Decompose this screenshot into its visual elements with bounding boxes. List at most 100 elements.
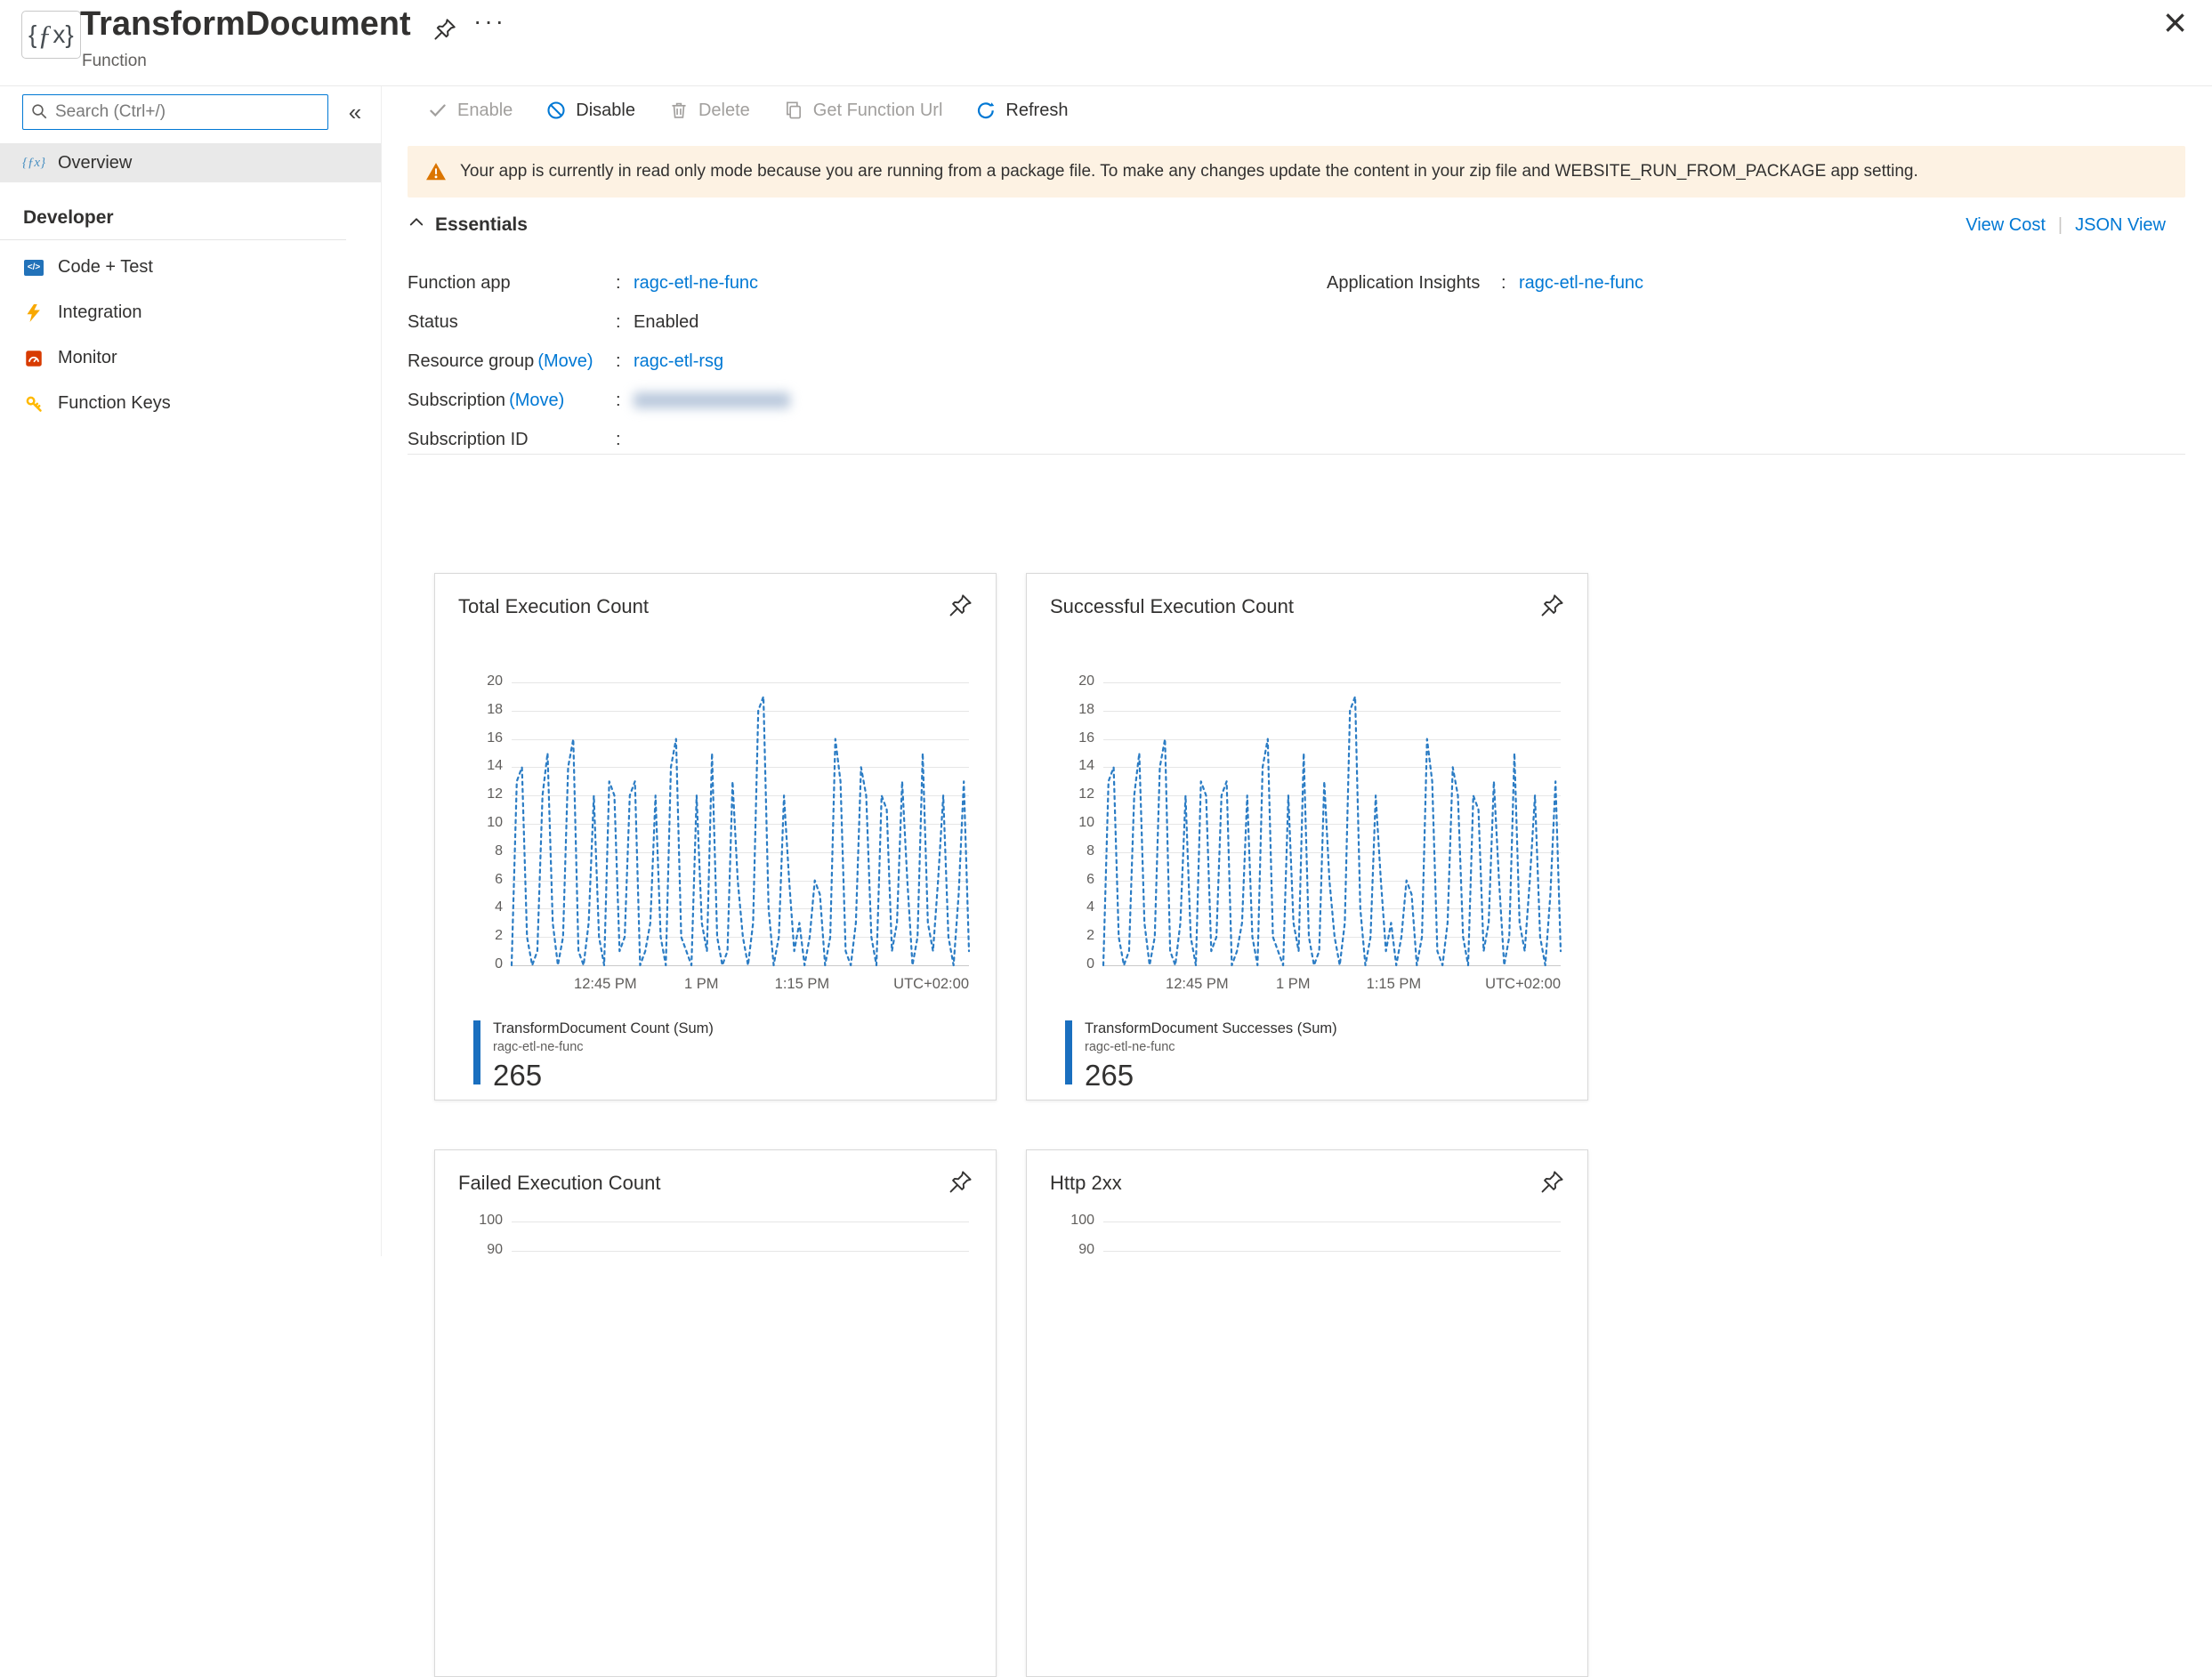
readonly-warning-banner: Your app is currently in read only mode … — [408, 146, 2185, 198]
sidebar-item-label: Integration — [58, 302, 142, 323]
sidebar-item-label: Function Keys — [58, 393, 171, 414]
sidebar-item-overview[interactable]: {ƒx} Overview — [0, 143, 381, 182]
chart-card-failed-execution-count: Failed Execution Count 10090 — [434, 1149, 997, 1677]
delete-button[interactable]: Delete — [652, 90, 767, 131]
get-function-url-label: Get Function Url — [813, 101, 943, 121]
pin-icon[interactable] — [433, 18, 456, 41]
essentials-bottom-divider — [408, 454, 2185, 455]
view-cost-link[interactable]: View Cost — [1966, 215, 2046, 236]
legend-sum-value: 265 — [1085, 1059, 1337, 1092]
divider — [0, 239, 346, 240]
row-colon: : — [616, 430, 634, 450]
resource-group-link[interactable]: ragc-etl-rsg — [634, 351, 723, 372]
chart-card-http-2xx: Http 2xx 10090 — [1026, 1149, 1588, 1677]
sidebar-item-code-test[interactable]: </> Code + Test — [0, 245, 381, 290]
legend-sum-value: 265 — [493, 1059, 714, 1092]
function-app-link[interactable]: ragc-etl-ne-func — [634, 273, 758, 294]
chart-plot: 2018161412108642012:45 PM1 PM1:15 PMUTC+… — [512, 682, 969, 965]
sidebar-item-integration[interactable]: Integration — [0, 290, 381, 335]
chevron-up-icon — [408, 214, 425, 236]
metric-line-series — [1103, 682, 1561, 965]
row-colon: : — [616, 391, 634, 411]
row-colon: : — [616, 312, 634, 333]
legend-color-bar — [1065, 1020, 1072, 1084]
row-label: Subscription ID — [408, 430, 616, 450]
overview-icon: {ƒx} — [23, 152, 44, 173]
chart-title: Failed Execution Count — [458, 1172, 660, 1195]
warning-text: Your app is currently in read only mode … — [460, 162, 1918, 181]
essentials-row-subscription: Subscription(Move) : — [408, 381, 790, 420]
page-subtitle: Function — [82, 52, 147, 71]
search-icon — [30, 102, 48, 120]
move-resource-group-link[interactable]: (Move) — [537, 351, 593, 371]
sidebar-section-developer: Developer — [23, 207, 114, 229]
trash-icon — [669, 101, 689, 120]
chart-title: Total Execution Count — [458, 595, 649, 618]
close-icon[interactable]: × — [2163, 2, 2187, 43]
essentials-title: Essentials — [435, 214, 528, 236]
code-test-icon: </> — [23, 257, 44, 278]
status-value: Enabled — [634, 312, 698, 333]
command-bar: Enable Disable Delete Get Function Url R… — [411, 89, 1085, 132]
essentials-row-resource-group: Resource group(Move) : ragc-etl-rsg — [408, 342, 790, 381]
key-icon — [23, 393, 44, 415]
enable-label: Enable — [457, 101, 513, 121]
essentials-right-column: Application Insights : ragc-etl-ne-func — [1327, 263, 1643, 302]
legend-resource-name: ragc-etl-ne-func — [493, 1040, 714, 1054]
essentials-row-application-insights: Application Insights : ragc-etl-ne-func — [1327, 263, 1643, 302]
warning-icon — [425, 161, 447, 182]
chart-title: Successful Execution Count — [1050, 595, 1294, 618]
block-icon — [546, 101, 566, 120]
move-subscription-link[interactable]: (Move) — [509, 391, 564, 410]
legend-metric-name: TransformDocument Successes (Sum) — [1085, 1020, 1337, 1037]
gauge-icon — [23, 348, 44, 369]
search-input[interactable] — [22, 94, 328, 130]
pin-icon[interactable] — [949, 593, 973, 617]
pin-icon[interactable] — [1540, 593, 1564, 617]
get-function-url-button[interactable]: Get Function Url — [767, 90, 960, 131]
application-insights-link[interactable]: ragc-etl-ne-func — [1519, 273, 1643, 294]
chart-legend: TransformDocument Successes (Sum) ragc-e… — [1065, 1020, 1337, 1092]
essentials-row-status: Status : Enabled — [408, 302, 790, 342]
chart-plot: 2018161412108642012:45 PM1 PM1:15 PMUTC+… — [1103, 682, 1561, 965]
refresh-button[interactable]: Refresh — [959, 90, 1085, 131]
row-colon: : — [1501, 273, 1519, 294]
sidebar-item-monitor[interactable]: Monitor — [0, 335, 381, 381]
essentials-header: Essentials View Cost | JSON View — [408, 214, 2185, 246]
sidebar-item-label: Code + Test — [58, 257, 153, 278]
collapse-sidebar-button[interactable]: « — [337, 94, 373, 130]
row-label: Application Insights — [1327, 273, 1501, 294]
essentials-row-function-app: Function app : ragc-etl-ne-func — [408, 263, 790, 302]
pin-icon[interactable] — [1540, 1170, 1564, 1194]
essentials-toggle[interactable]: Essentials — [408, 214, 2185, 236]
chart-plot: 10090 — [1103, 1221, 1561, 1504]
row-label: Status — [408, 312, 616, 333]
row-label: Resource group(Move) — [408, 351, 616, 372]
check-icon — [428, 101, 448, 120]
sidebar-item-function-keys[interactable]: Function Keys — [0, 381, 381, 426]
page-title: TransformDocument — [80, 5, 411, 44]
chart-card-successful-execution-count: Successful Execution Count 2018161412108… — [1026, 573, 1588, 1101]
enable-button[interactable]: Enable — [411, 90, 529, 131]
row-colon: : — [616, 273, 634, 294]
pin-icon[interactable] — [949, 1170, 973, 1194]
legend-resource-name: ragc-etl-ne-func — [1085, 1040, 1337, 1054]
legend-metric-name: TransformDocument Count (Sum) — [493, 1020, 714, 1037]
metric-line-series — [512, 682, 969, 965]
json-view-link[interactable]: JSON View — [2075, 215, 2166, 236]
function-icon: {ƒx} — [21, 11, 81, 59]
delete-label: Delete — [698, 101, 750, 121]
chart-plot: 10090 — [512, 1221, 969, 1504]
blade-header: {ƒx} TransformDocument Function ··· × — [0, 0, 2212, 86]
lightning-icon — [23, 302, 44, 324]
row-label: Function app — [408, 273, 616, 294]
disable-button[interactable]: Disable — [529, 90, 652, 131]
chart-legend: TransformDocument Count (Sum) ragc-etl-n… — [473, 1020, 714, 1092]
essentials-left-column: Function app : ragc-etl-ne-func Status :… — [408, 263, 790, 459]
refresh-label: Refresh — [1005, 101, 1068, 121]
copy-link-icon — [784, 101, 803, 120]
legend-color-bar — [473, 1020, 480, 1084]
row-colon: : — [616, 351, 634, 372]
more-options-icon[interactable]: ··· — [473, 7, 506, 36]
sidebar: « {ƒx} Overview Developer </> Code + Tes… — [0, 86, 382, 1256]
